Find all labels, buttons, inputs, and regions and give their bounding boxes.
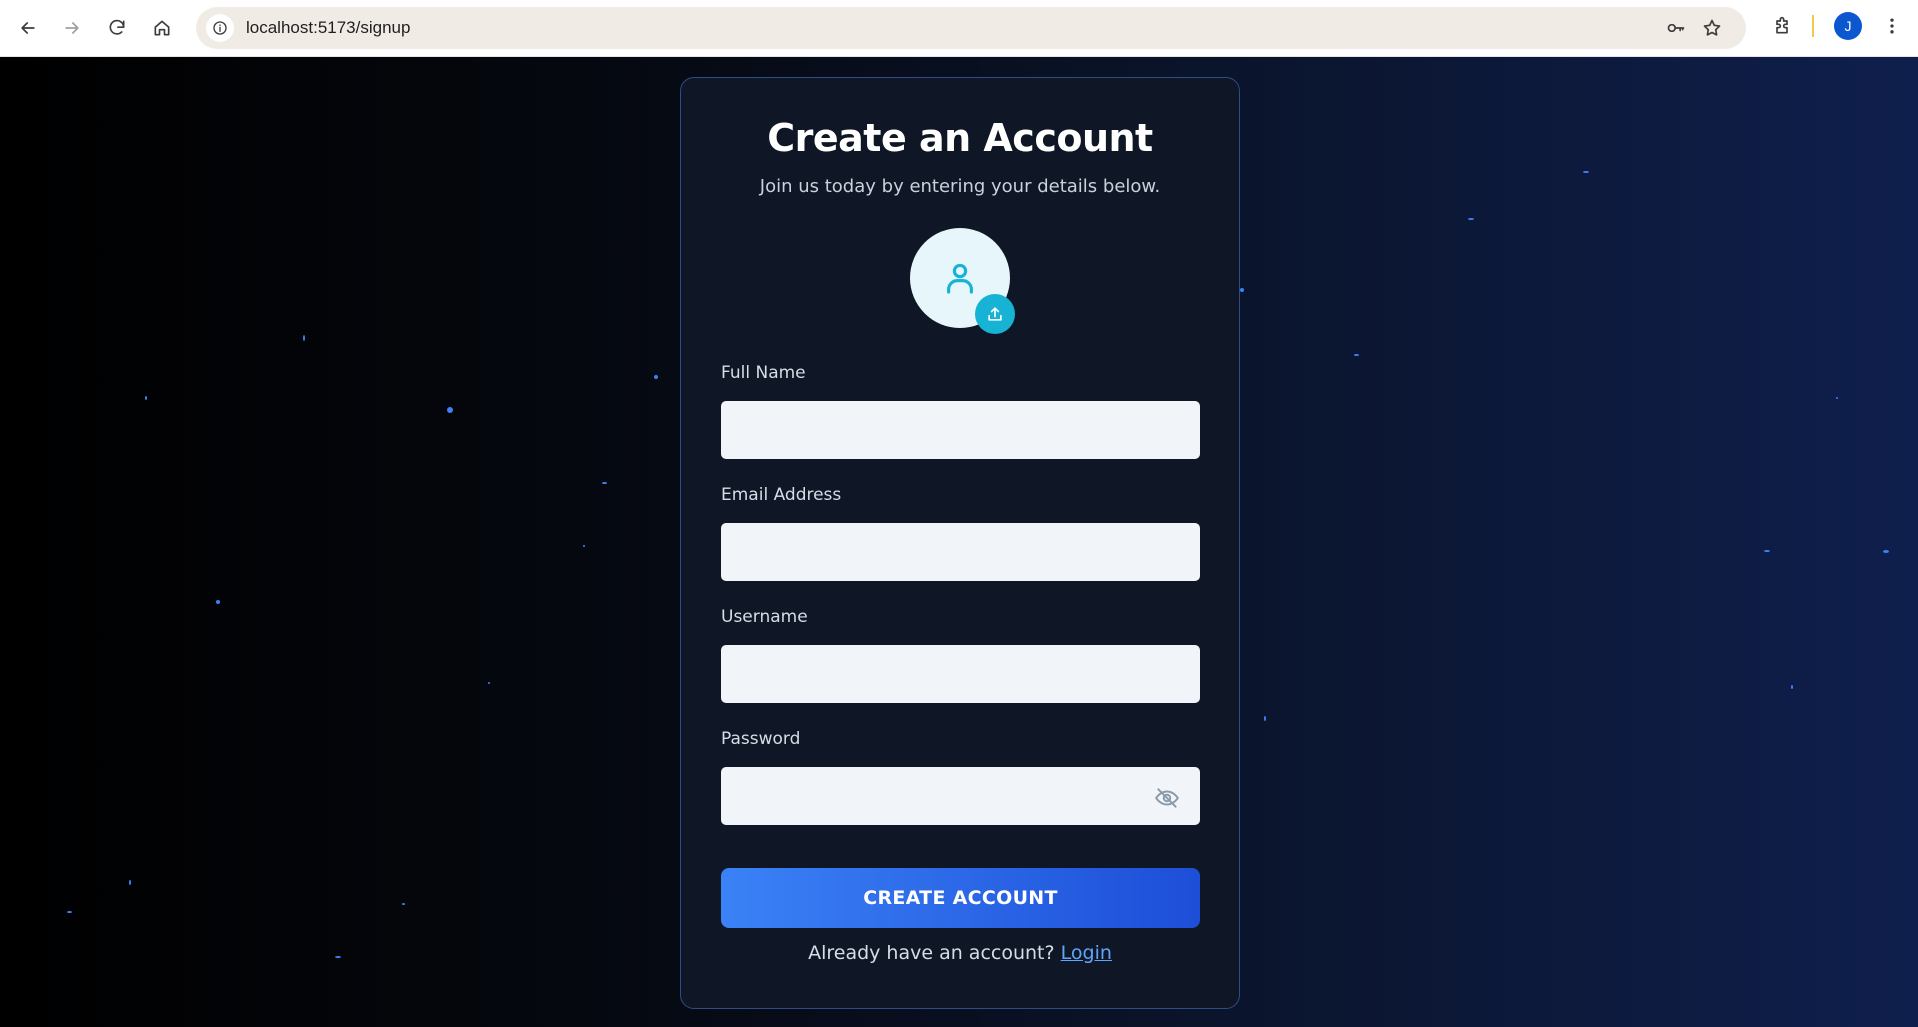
- profile-avatar[interactable]: J: [1834, 12, 1862, 40]
- home-button[interactable]: [142, 8, 182, 48]
- page-subtitle: Join us today by entering your details b…: [759, 176, 1161, 197]
- username-label: Username: [721, 607, 808, 627]
- browser-toolbar: localhost:5173/signup J: [0, 0, 1918, 57]
- user-icon: [947, 263, 973, 294]
- background-particle: [303, 335, 305, 341]
- background-particle: [1583, 171, 1589, 173]
- page-title: Create an Account: [767, 116, 1153, 160]
- background-particle: [488, 682, 490, 684]
- background-particle: [447, 407, 453, 413]
- create-account-button[interactable]: CREATE ACCOUNT: [721, 868, 1200, 928]
- password-input[interactable]: [721, 767, 1200, 825]
- background-particle: [145, 396, 147, 400]
- background-particle: [1240, 288, 1244, 292]
- address-bar[interactable]: localhost:5173/signup: [196, 7, 1746, 49]
- background-particle: [1836, 397, 1838, 399]
- background-particle: [335, 956, 341, 958]
- background-particle: [129, 880, 131, 885]
- upload-photo-button[interactable]: [975, 294, 1015, 334]
- url-text[interactable]: localhost:5173/signup: [246, 18, 1658, 38]
- background-particle: [583, 545, 585, 547]
- star-icon: [1703, 19, 1721, 36]
- background-particle: [1764, 550, 1770, 552]
- site-info-button[interactable]: [206, 14, 234, 42]
- toggle-password-visibility-button[interactable]: [1151, 782, 1183, 814]
- page-background: Create an Account Join us today by enter…: [0, 57, 1918, 1027]
- home-icon: [154, 20, 170, 36]
- full-name-input[interactable]: [721, 401, 1200, 459]
- eye-off-icon: [1155, 788, 1179, 808]
- background-particle: [602, 482, 607, 484]
- background-particle: [1264, 716, 1266, 721]
- site-info-icon: [213, 21, 227, 35]
- reload-icon: [109, 19, 125, 35]
- background-particle: [1468, 218, 1474, 220]
- key-icon: [1667, 23, 1685, 33]
- password-label: Password: [721, 729, 801, 749]
- password-manager-button[interactable]: [1658, 10, 1694, 46]
- extensions-button[interactable]: [1764, 8, 1800, 44]
- forward-icon: [65, 22, 79, 34]
- login-prompt: Already have an account? Login: [681, 942, 1239, 964]
- background-particle: [216, 600, 220, 604]
- background-particle: [1883, 550, 1889, 553]
- full-name-label: Full Name: [721, 363, 806, 383]
- more-icon: [1890, 18, 1894, 34]
- toolbar-divider: [1812, 15, 1814, 37]
- bookmark-button[interactable]: [1694, 10, 1730, 46]
- email-input[interactable]: [721, 523, 1200, 581]
- upload-icon: [988, 307, 1002, 321]
- background-particle: [1791, 685, 1793, 689]
- signup-card: Create an Account Join us today by enter…: [680, 77, 1240, 1009]
- background-particle: [1354, 354, 1359, 356]
- background-particle: [654, 375, 658, 379]
- forward-button[interactable]: [52, 8, 92, 48]
- reload-button[interactable]: [97, 8, 137, 48]
- background-particle: [67, 911, 72, 913]
- login-link[interactable]: Login: [1061, 942, 1112, 964]
- email-label: Email Address: [721, 485, 842, 505]
- back-icon: [21, 22, 35, 34]
- back-button[interactable]: [8, 8, 48, 48]
- login-prompt-text: Already have an account?: [808, 942, 1055, 964]
- background-particle: [402, 903, 405, 905]
- menu-button[interactable]: [1874, 8, 1910, 44]
- extensions-icon: [1776, 16, 1788, 34]
- username-input[interactable]: [721, 645, 1200, 703]
